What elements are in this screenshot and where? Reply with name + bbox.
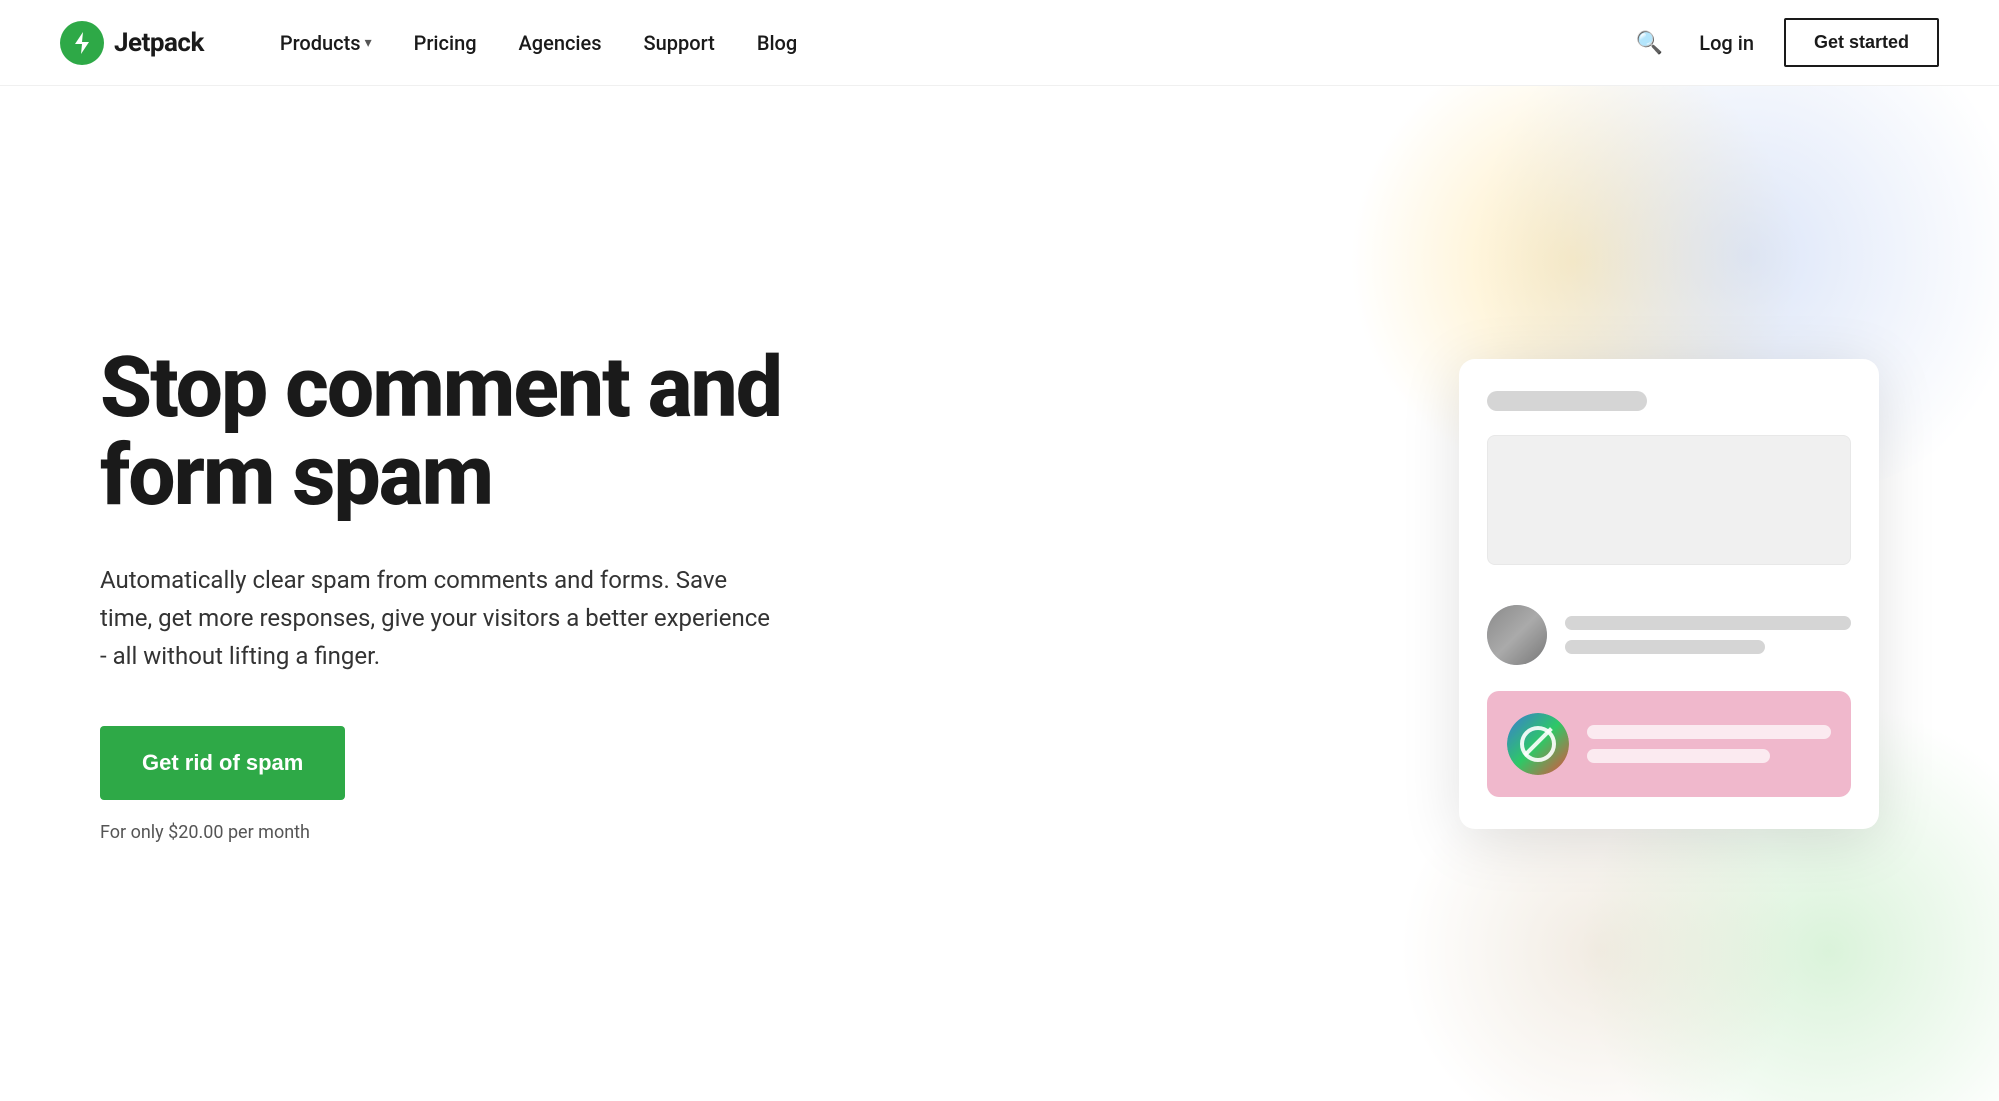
spam-comment-lines xyxy=(1587,725,1831,763)
nav-item-products[interactable]: Products ▾ xyxy=(264,23,388,63)
spam-line-2 xyxy=(1587,749,1770,763)
spam-line-1 xyxy=(1587,725,1831,739)
comment-lines xyxy=(1565,616,1851,654)
search-icon: 🔍 xyxy=(1636,30,1663,55)
avatar-image xyxy=(1487,605,1547,665)
comment-line-2 xyxy=(1565,640,1765,654)
ui-card-top-bar xyxy=(1487,391,1647,411)
hero-subtitle: Automatically clear spam from comments a… xyxy=(100,561,780,676)
no-entry-icon xyxy=(1520,726,1556,762)
ui-card-image-placeholder xyxy=(1487,435,1851,565)
get-started-button[interactable]: Get started xyxy=(1784,18,1939,67)
avatar xyxy=(1487,605,1547,665)
brand-name: Jetpack xyxy=(114,28,204,58)
cta-button[interactable]: Get rid of spam xyxy=(100,726,345,800)
ui-comment-row xyxy=(1487,597,1851,673)
ui-card xyxy=(1459,359,1879,829)
logo-area[interactable]: Jetpack xyxy=(60,21,204,65)
nav-item-agencies[interactable]: Agencies xyxy=(503,23,618,63)
search-button[interactable]: 🔍 xyxy=(1630,24,1669,62)
ui-illustration xyxy=(1459,359,1879,829)
main-nav: Products ▾ Pricing Agencies Support Blog xyxy=(264,23,1630,63)
logo-icon xyxy=(60,21,104,65)
header: Jetpack Products ▾ Pricing Agencies Supp… xyxy=(0,0,1999,86)
chevron-down-icon: ▾ xyxy=(365,35,372,51)
spam-avatar xyxy=(1507,713,1569,775)
comment-line-1 xyxy=(1565,616,1851,630)
spam-row xyxy=(1487,691,1851,797)
nav-item-blog[interactable]: Blog xyxy=(741,23,813,63)
login-link[interactable]: Log in xyxy=(1699,31,1754,55)
main-content: Stop comment and form spam Automatically… xyxy=(0,86,1999,1101)
price-note: For only $20.00 per month xyxy=(100,822,820,843)
nav-item-pricing[interactable]: Pricing xyxy=(398,23,493,63)
spam-icon-overlay xyxy=(1507,713,1569,775)
header-right: 🔍 Log in Get started xyxy=(1630,18,1939,67)
hero-title: Stop comment and form spam xyxy=(100,344,820,520)
nav-item-support[interactable]: Support xyxy=(628,23,731,63)
hero-content: Stop comment and form spam Automatically… xyxy=(0,264,900,923)
